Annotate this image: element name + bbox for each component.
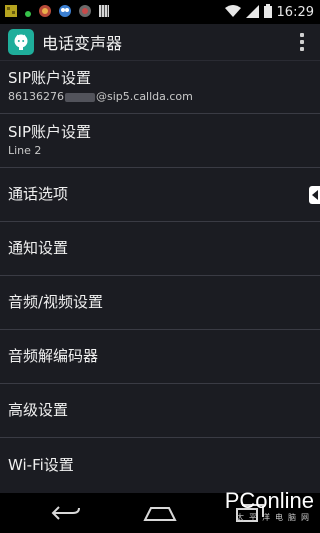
list-item-sip-account-1[interactable]: SIP账户设置 86136276 @sip5.callda.com [0,60,320,114]
list-item-title: 音频/视频设置 [8,293,104,311]
list-item-title: 高级设置 [8,401,69,419]
more-vertical-icon[interactable] [290,24,314,60]
list-item-title: 通知设置 [8,239,69,257]
watermark: PConline 太平洋电脑网 [225,489,314,523]
settings-list: SIP账户设置 86136276 @sip5.callda.com SIP账户设置… [0,60,320,492]
app-icon-5 [98,3,110,22]
sip-number-prefix: 86136276 [8,90,64,103]
list-item-title: SIP账户设置 [8,69,91,87]
list-item-subtitle: 86136276 @sip5.callda.com [8,89,320,104]
home-icon[interactable] [142,501,178,525]
app-icon-4 [78,3,92,22]
side-drawer-handle-icon[interactable] [309,186,320,204]
list-item-title: Wi-Fi设置 [8,455,74,474]
green-dot-icon [24,3,32,22]
watermark-subtitle: 太平洋电脑网 [236,513,314,522]
list-item-title: 通话选项 [8,185,69,203]
list-item-audio-codecs[interactable]: 音频解编码器 [0,330,320,384]
list-item-title: 音频解编码器 [8,347,99,365]
app-icon-3 [58,3,72,22]
action-bar: 电话变声器 [0,24,320,61]
github-cat-icon[interactable] [8,29,34,55]
sip-domain: @sip5.callda.com [96,90,193,103]
battery-icon [263,3,272,22]
list-item-title: SIP账户设置 [8,123,91,141]
app-icon-2 [38,3,52,22]
watermark-logo: PConline [224,488,314,513]
list-item-subtitle: Line 2 [8,144,42,157]
status-clock: 16:29 [276,4,314,20]
list-item-notification-settings[interactable]: 通知设置 [0,222,320,276]
list-item-wifi-settings[interactable]: Wi-Fi设置 [0,438,320,492]
wifi-icon [224,3,241,22]
app-title: 电话变声器 [42,34,123,53]
back-icon[interactable] [48,501,84,525]
signal-icon [245,3,259,22]
status-bar: 16:29 [0,0,320,24]
app-notification-icon [4,3,18,22]
list-item-audio-video-settings[interactable]: 音频/视频设置 [0,276,320,330]
blurred-digits [65,92,95,102]
list-item-call-options[interactable]: 通话选项 [0,168,320,222]
list-item-sip-account-2[interactable]: SIP账户设置 Line 2 [0,114,320,168]
list-item-advanced-settings[interactable]: 高级设置 [0,384,320,438]
navigation-bar: PConline 太平洋电脑网 [0,489,320,533]
